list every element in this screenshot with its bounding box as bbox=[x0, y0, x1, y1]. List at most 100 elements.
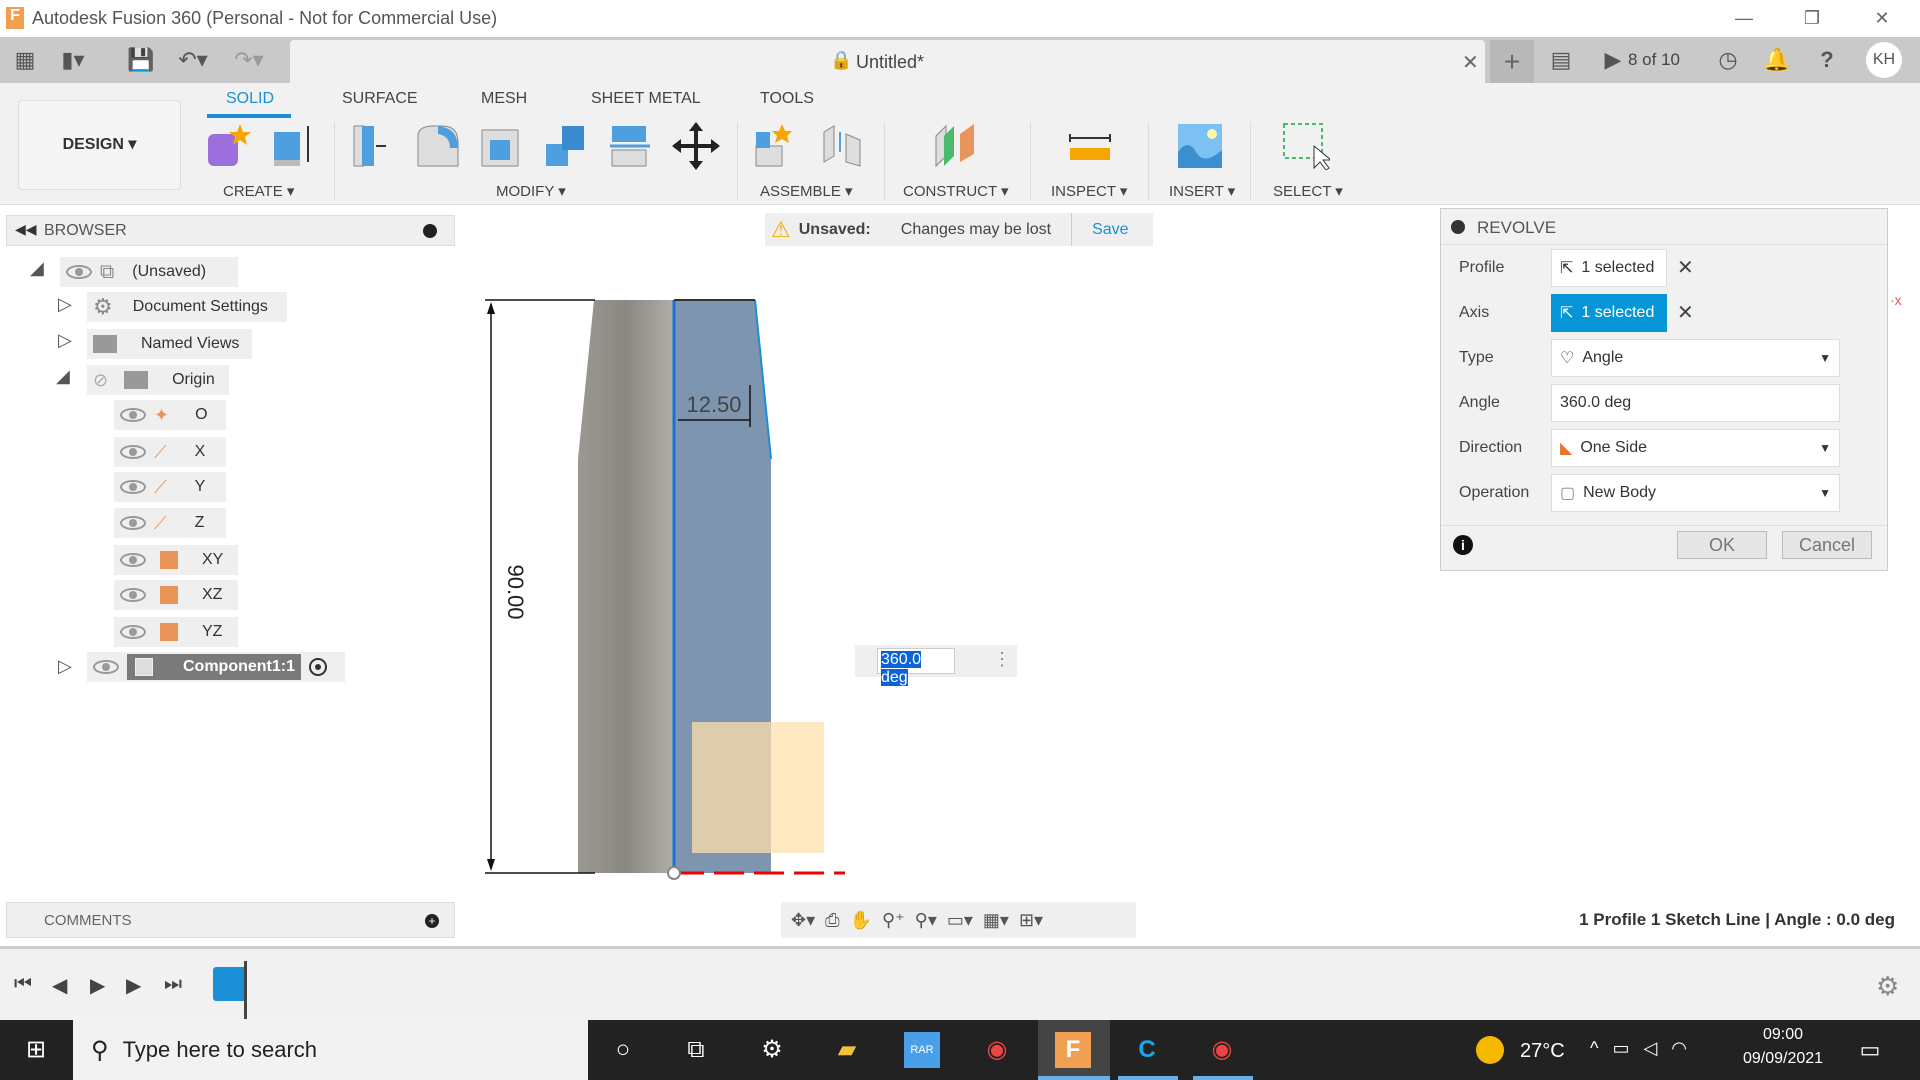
close-window-button[interactable]: ✕ bbox=[1862, 4, 1902, 32]
tree-item-xy-plane[interactable]: XY bbox=[114, 545, 238, 575]
combine-icon[interactable] bbox=[542, 122, 590, 170]
cancel-button[interactable]: Cancel bbox=[1782, 531, 1872, 559]
browser-header[interactable]: ◀◀ BROWSER bbox=[6, 215, 455, 246]
visibility-eye-icon[interactable] bbox=[120, 516, 146, 530]
angle-field[interactable]: 360.0 deg bbox=[1551, 384, 1840, 422]
dialog-header[interactable]: REVOLVE bbox=[1441, 209, 1887, 245]
play-icon[interactable]: ▶ bbox=[90, 973, 105, 998]
tree-item-origin-point[interactable]: ✦ O bbox=[114, 400, 226, 430]
more-options-icon[interactable]: ⋮ bbox=[993, 649, 1011, 670]
display-settings-icon[interactable]: ▭▾ bbox=[947, 910, 973, 931]
modify-menu[interactable]: MODIFY ▾ bbox=[496, 182, 566, 200]
tree-item-component[interactable]: Component1:1 bbox=[87, 652, 345, 682]
ok-button[interactable]: OK bbox=[1677, 531, 1767, 559]
orbit-icon[interactable]: ✥▾ bbox=[791, 910, 815, 931]
weather-sun-icon[interactable] bbox=[1476, 1036, 1504, 1064]
expand-icon[interactable]: ▷ bbox=[58, 294, 72, 315]
extrude-icon[interactable] bbox=[268, 122, 316, 170]
cortana-icon[interactable]: ○ bbox=[605, 1032, 641, 1068]
visibility-eye-icon[interactable] bbox=[120, 480, 146, 494]
settings-icon[interactable]: ⚙ bbox=[754, 1032, 790, 1068]
tree-item-origin[interactable]: ⊘ Origin bbox=[87, 365, 229, 395]
browser-options-icon[interactable] bbox=[423, 224, 437, 238]
file-menu-icon[interactable]: ▮▾ bbox=[58, 46, 88, 74]
collapse-browser-icon[interactable]: ◀◀ bbox=[15, 221, 37, 238]
insert-image-icon[interactable] bbox=[1176, 122, 1224, 170]
comments-icon[interactable]: ▤ bbox=[1546, 46, 1576, 74]
close-tab-icon[interactable]: ✕ bbox=[1462, 50, 1479, 75]
minimize-button[interactable]: — bbox=[1724, 4, 1764, 32]
user-avatar[interactable]: KH bbox=[1866, 42, 1902, 78]
direction-dropdown[interactable]: ◣ One Side ▼ bbox=[1551, 429, 1840, 467]
clear-axis-icon[interactable]: ✕ bbox=[1677, 300, 1694, 325]
notifications-bell-icon[interactable]: 🔔 bbox=[1762, 46, 1792, 74]
tree-item-xz-plane[interactable]: XZ bbox=[114, 580, 238, 610]
tab-solid[interactable]: SOLID bbox=[226, 90, 274, 108]
redo-icon[interactable]: ↷▾ bbox=[234, 46, 264, 74]
clear-profile-icon[interactable]: ✕ bbox=[1677, 255, 1694, 280]
tab-tools[interactable]: TOOLS bbox=[760, 90, 814, 108]
winrar-icon[interactable]: RAR bbox=[904, 1032, 940, 1068]
go-to-end-icon[interactable]: ⏭ bbox=[164, 973, 182, 996]
select-window-icon[interactable] bbox=[1282, 122, 1330, 170]
profile-region[interactable] bbox=[692, 722, 824, 853]
expand-root-icon[interactable]: ◢ bbox=[30, 258, 44, 279]
measure-icon[interactable] bbox=[1066, 122, 1114, 170]
add-comment-icon[interactable]: + bbox=[425, 914, 439, 928]
chrome-icon[interactable]: ◉ bbox=[1204, 1032, 1240, 1068]
zoom-icon[interactable]: ⚲⁺ bbox=[882, 910, 905, 931]
step-forward-icon[interactable]: ▶ bbox=[126, 973, 141, 998]
taskbar-search[interactable]: ⚲ Type here to search bbox=[73, 1020, 588, 1080]
collapse-icon[interactable]: ◢ bbox=[56, 366, 70, 387]
chrome-icon[interactable]: ◉ bbox=[979, 1032, 1015, 1068]
undo-icon[interactable]: ↶▾ bbox=[178, 46, 208, 74]
tab-surface[interactable]: SURFACE bbox=[342, 90, 418, 108]
visibility-eye-icon[interactable] bbox=[66, 265, 92, 279]
visibility-eye-icon[interactable] bbox=[120, 588, 146, 602]
visibility-eye-icon[interactable] bbox=[120, 625, 146, 639]
new-assembly-component-icon[interactable] bbox=[752, 122, 800, 170]
restore-button[interactable]: ❐ bbox=[1792, 4, 1832, 32]
weather-temp[interactable]: 27°C bbox=[1520, 1040, 1565, 1063]
tab-sheet-metal[interactable]: SHEET METAL bbox=[591, 90, 701, 108]
timeline-marker[interactable] bbox=[244, 961, 247, 1019]
document-tab[interactable]: 🔒 Untitled* ✕ bbox=[290, 40, 1485, 83]
select-menu[interactable]: SELECT ▾ bbox=[1273, 182, 1343, 200]
width-dimension-text[interactable]: 12.50 bbox=[686, 392, 741, 417]
shell-icon[interactable] bbox=[478, 122, 526, 170]
grid-settings-icon[interactable]: ▦▾ bbox=[983, 910, 1009, 931]
help-icon[interactable]: ? bbox=[1812, 46, 1842, 74]
construct-menu[interactable]: CONSTRUCT ▾ bbox=[903, 182, 1009, 200]
visibility-eye-icon[interactable] bbox=[120, 553, 146, 567]
visibility-eye-icon[interactable] bbox=[120, 408, 146, 422]
windows-start-icon[interactable]: ⊞ bbox=[18, 1032, 54, 1068]
workspace-switcher[interactable]: DESIGN ▾ bbox=[18, 100, 181, 190]
job-status[interactable]: 8 of 10 bbox=[1628, 50, 1680, 70]
offset-face-icon[interactable] bbox=[606, 122, 654, 170]
clock[interactable]: 09:00 09/09/2021 bbox=[1738, 1026, 1828, 1068]
expand-icon[interactable]: ▷ bbox=[58, 656, 72, 677]
notification-center-icon[interactable]: ▭ bbox=[1852, 1032, 1888, 1068]
visibility-eye-icon[interactable] bbox=[93, 660, 119, 674]
canvas-viewport[interactable]: 90.00 12.50 bbox=[460, 250, 880, 890]
construct-plane-icon[interactable] bbox=[932, 122, 980, 170]
insert-menu[interactable]: INSERT ▾ bbox=[1169, 182, 1235, 200]
system-tray-icons[interactable]: ^▭◁◠ bbox=[1590, 1038, 1701, 1059]
look-at-icon[interactable]: ⎙ bbox=[825, 910, 839, 931]
tree-item-root[interactable]: ⧉ (Unsaved) bbox=[60, 257, 238, 287]
viewports-icon[interactable]: ⊞▾ bbox=[1019, 910, 1043, 931]
tree-item-yz-plane[interactable]: YZ bbox=[114, 617, 238, 647]
move-copy-icon[interactable] bbox=[672, 122, 720, 170]
hidden-eye-icon[interactable]: ⊘ bbox=[93, 370, 108, 391]
type-dropdown[interactable]: ♡ Angle ▼ bbox=[1551, 339, 1840, 377]
angle-value-input[interactable]: 360.0 deg bbox=[877, 648, 955, 686]
save-link[interactable]: Save bbox=[1092, 221, 1128, 239]
fit-icon[interactable]: ⚲▾ bbox=[915, 910, 937, 931]
file-explorer-icon[interactable]: ▰ bbox=[829, 1032, 865, 1068]
press-pull-icon[interactable] bbox=[350, 122, 398, 170]
height-dimension-text[interactable]: 90.00 bbox=[503, 564, 528, 619]
operation-dropdown[interactable]: ▢ New Body ▼ bbox=[1551, 474, 1840, 512]
step-back-icon[interactable]: ◀ bbox=[52, 973, 67, 998]
task-view-icon[interactable]: ⧉ bbox=[678, 1032, 714, 1068]
visibility-eye-icon[interactable] bbox=[120, 445, 146, 459]
